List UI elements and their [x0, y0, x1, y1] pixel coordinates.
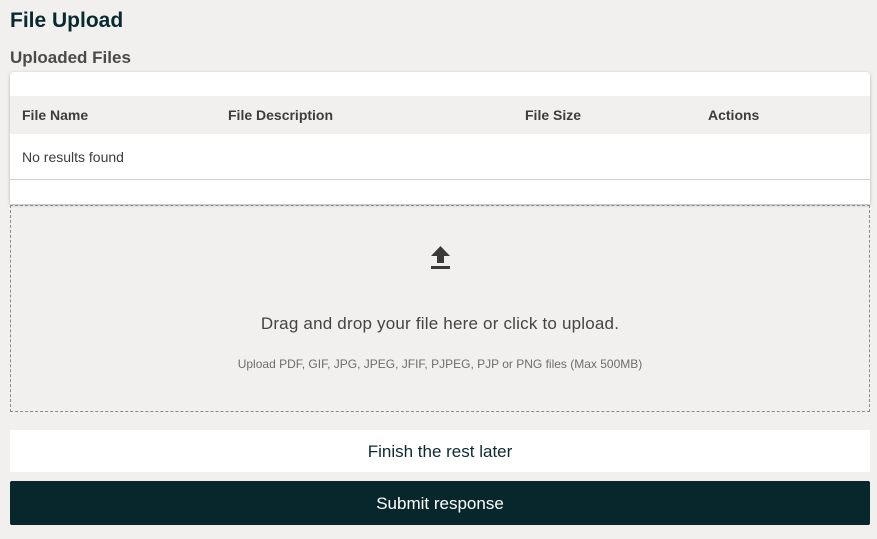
dropzone-file-types-hint: Upload PDF, GIF, JPG, JPEG, JFIF, PJPEG,…	[237, 357, 643, 371]
column-header-file-size[interactable]: File Size	[525, 107, 581, 123]
column-header-file-name[interactable]: File Name	[22, 107, 88, 123]
file-dropzone[interactable]: Drag and drop your file here or click to…	[10, 205, 870, 412]
upload-icon	[431, 246, 450, 269]
finish-later-button[interactable]: Finish the rest later	[10, 430, 870, 472]
uploaded-files-table: File Name File Description File Size Act…	[10, 72, 870, 204]
submit-response-button[interactable]: Submit response	[10, 481, 870, 525]
empty-results-message: No results found	[22, 149, 124, 165]
section-title: Uploaded Files	[10, 48, 131, 67]
table-header-row: File Name File Description File Size Act…	[10, 96, 870, 134]
dropzone-instruction: Drag and drop your file here or click to…	[260, 314, 620, 333]
column-header-file-description[interactable]: File Description	[228, 107, 333, 123]
column-header-actions: Actions	[708, 107, 760, 123]
table-row: No results found	[10, 134, 870, 180]
page-title: File Upload	[10, 9, 124, 32]
